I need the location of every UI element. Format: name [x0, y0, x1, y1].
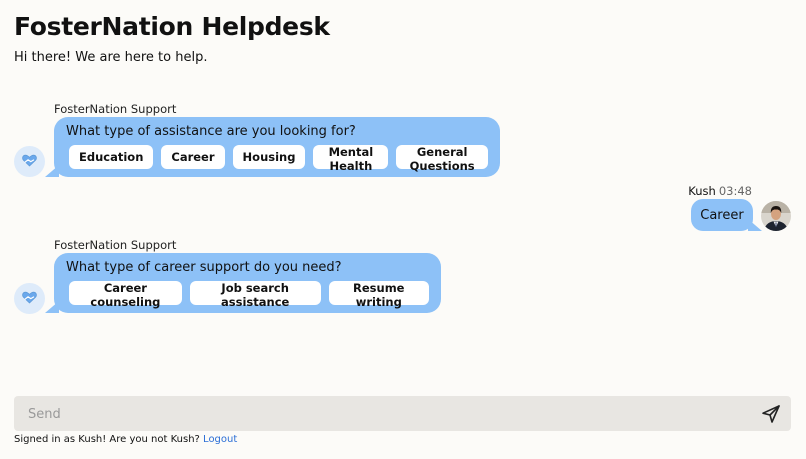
user-avatar — [761, 201, 791, 231]
user-name: Kush — [688, 184, 716, 198]
support-avatar — [14, 283, 45, 314]
option-career-counseling[interactable]: Career counseling — [69, 281, 182, 309]
message-sender: FosterNation Support — [54, 102, 177, 116]
send-button[interactable] — [761, 404, 781, 424]
message-input[interactable] — [26, 396, 730, 433]
heart-hand-icon — [22, 152, 37, 171]
page-title: FosterNation Helpdesk — [14, 12, 330, 41]
option-resume-writing[interactable]: Resume writing — [328, 281, 429, 309]
option-mental-health[interactable]: Mental Health — [313, 145, 389, 173]
quick-reply-options: Education Career Housing Mental Health G… — [66, 145, 488, 173]
user-message-meta: Kush 03:48 — [688, 184, 752, 198]
logout-link[interactable]: Logout — [203, 434, 237, 445]
option-career[interactable]: Career — [161, 145, 225, 169]
option-job-search-assistance[interactable]: Job search assistance — [189, 281, 321, 309]
user-message-text: Career — [700, 207, 744, 223]
support-message-bubble: What type of assistance are you looking … — [45, 117, 500, 177]
paper-plane-icon — [761, 405, 781, 428]
message-composer — [14, 396, 791, 433]
option-education[interactable]: Education — [69, 145, 154, 169]
support-avatar — [14, 146, 45, 177]
signed-in-notice: Signed in as Kush! Are you not Kush? Log… — [14, 434, 237, 445]
support-message-bubble: What type of career support do you need?… — [45, 253, 441, 313]
message-sender: FosterNation Support — [54, 238, 177, 252]
heart-hand-icon — [22, 289, 37, 308]
quick-reply-options: Career counseling Job search assistance … — [66, 281, 429, 309]
option-general-questions[interactable]: General Questions — [396, 145, 488, 173]
message-time: 03:48 — [718, 184, 752, 198]
message-question: What type of assistance are you looking … — [66, 124, 356, 139]
page-subtitle: Hi there! We are here to help. — [14, 50, 208, 65]
message-question: What type of career support do you need? — [66, 260, 342, 275]
signed-in-text: Signed in as Kush! Are you not Kush? — [14, 434, 200, 445]
option-housing[interactable]: Housing — [232, 145, 306, 169]
user-message-bubble: Career — [691, 199, 762, 231]
